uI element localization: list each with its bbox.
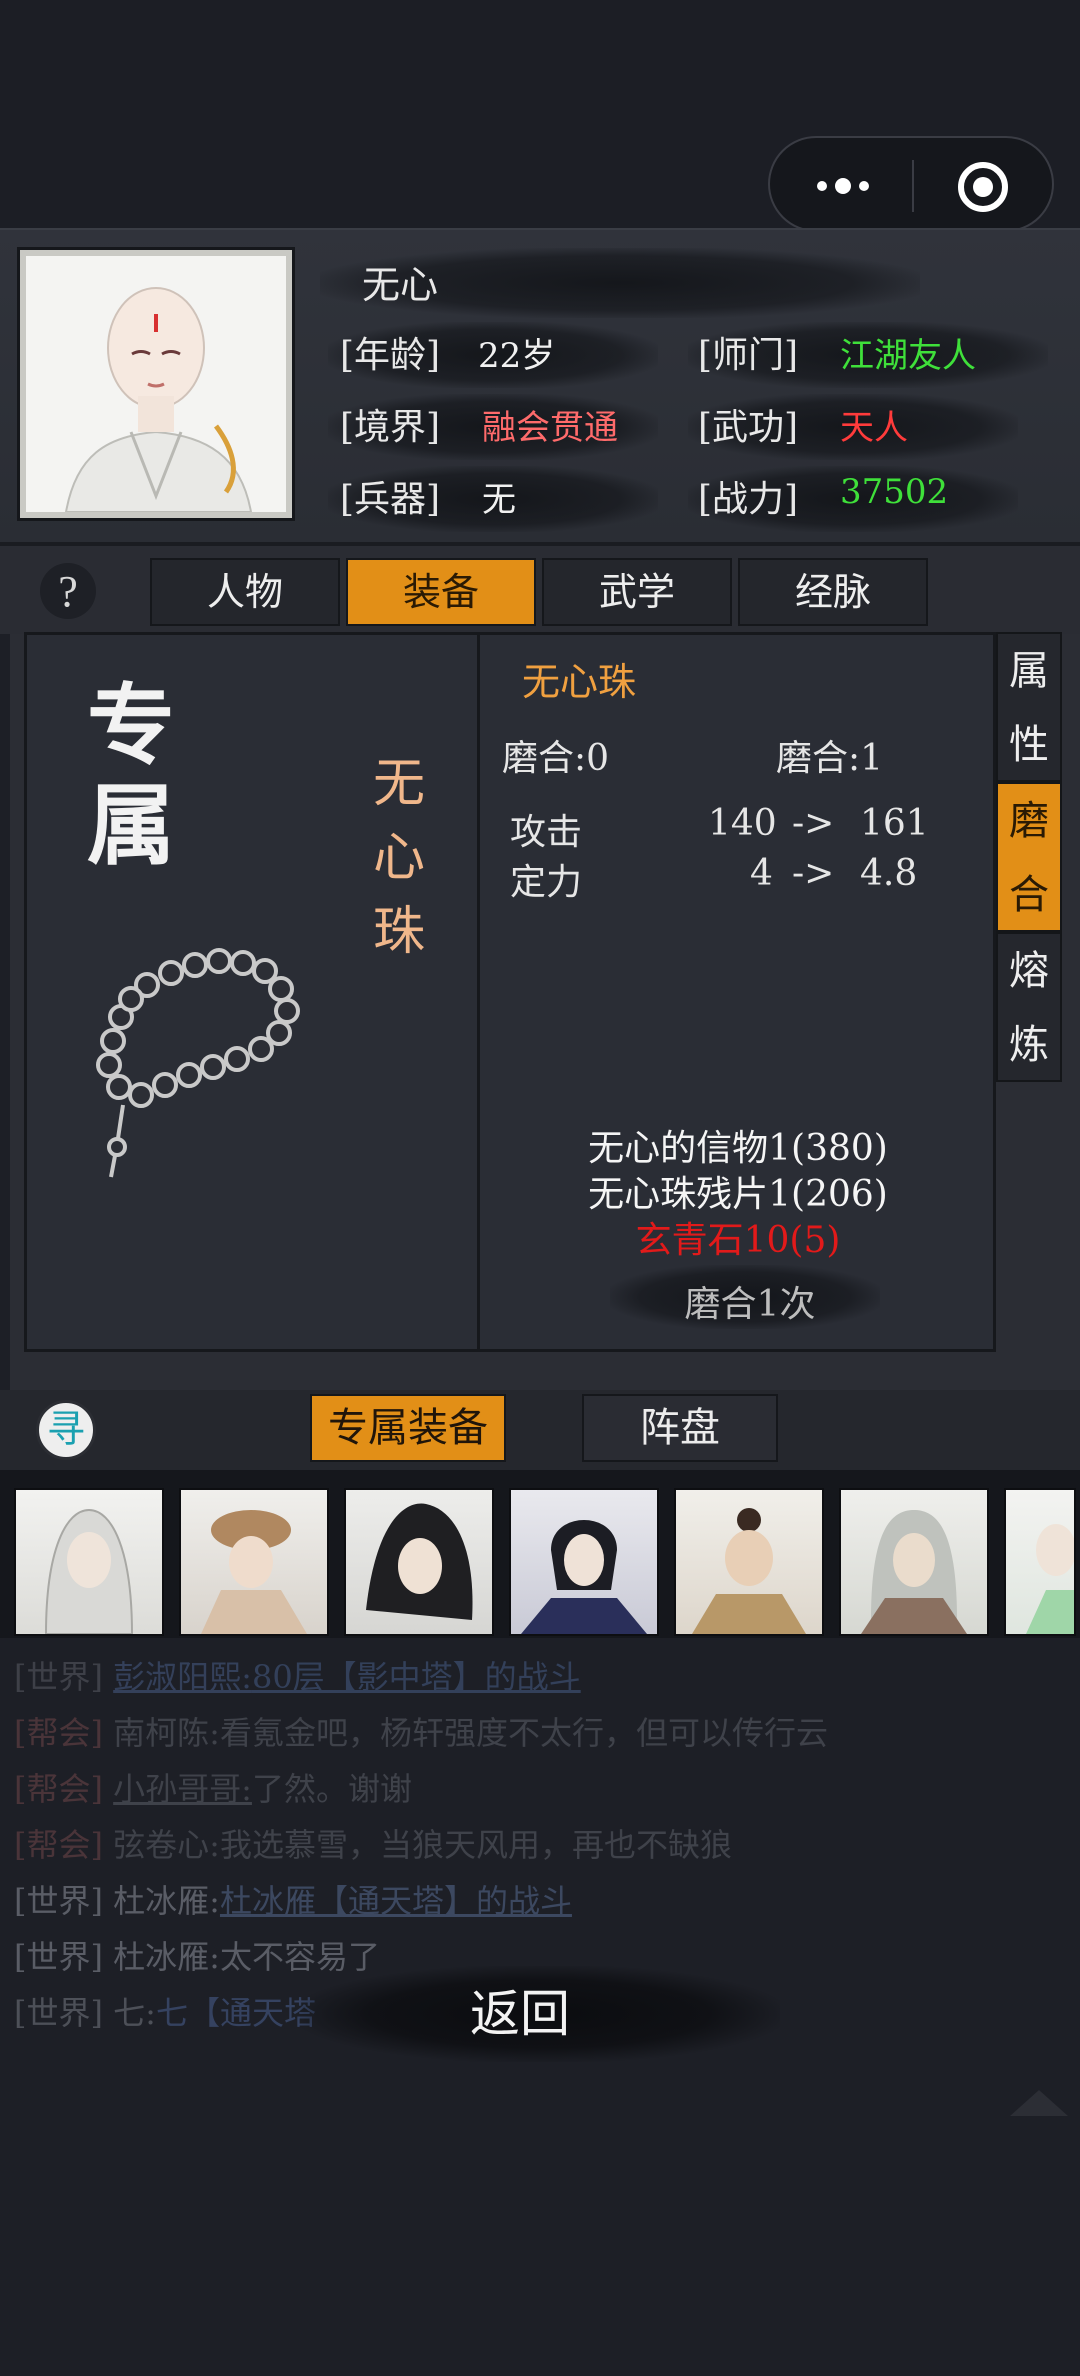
weapon-label: [兵器] xyxy=(340,479,441,520)
refine-once-button[interactable]: 磨合1次 xyxy=(630,1275,870,1325)
chat-line[interactable]: [帮会] 小孙哥哥:了然。谢谢 xyxy=(14,1764,412,1810)
chat-channel: [帮会] xyxy=(14,1770,103,1808)
prayer-beads-image xyxy=(96,948,300,1178)
tab-meridians[interactable]: 经脉 xyxy=(738,558,928,626)
chat-text: 我选慕雪，当狼天风用，再也不缺狼 xyxy=(219,1826,732,1864)
hero-portrait[interactable] xyxy=(344,1488,494,1636)
refine-detail: 无心珠 磨合:0 磨合:1 攻击 140 -> 161 定力 4 -> 4.8 … xyxy=(480,632,996,1352)
sidetab-attributes[interactable]: 属 性 xyxy=(996,632,1062,782)
chat-link[interactable]: 杜冰雁【通天塔】的战斗 xyxy=(220,1882,572,1920)
martial-label: [武功] xyxy=(698,407,799,448)
back-button[interactable]: 返回 xyxy=(380,1972,660,2056)
chat-channel: [世界] xyxy=(14,1938,103,1976)
item-title: 无心珠 xyxy=(522,660,637,704)
chat-channel: [世界] xyxy=(14,1882,103,1920)
stat-from-attack: 140 xyxy=(708,803,777,844)
material-token: 无心的信物1(380) xyxy=(588,1128,888,1169)
chat-line[interactable]: [世界] 七:七【通天塔 xyxy=(14,1988,316,2034)
stat-name-focus: 定力 xyxy=(510,862,583,903)
svg-text:?: ? xyxy=(58,567,78,616)
chat-text: 了然。谢谢 xyxy=(251,1770,412,1808)
chat-channel: [帮会] xyxy=(14,1826,103,1864)
chat-speaker[interactable]: 彭淑阳熙: xyxy=(113,1658,252,1696)
chat-text: 看氪金吧，杨轩强度不太行，但可以传行云 xyxy=(219,1714,828,1752)
stat-to-attack: 161 xyxy=(860,803,929,844)
item-display: 专 属 无 心 珠 xyxy=(24,632,480,1352)
sidetab-smelt[interactable]: 熔 炼 xyxy=(996,932,1062,1082)
chat-channel: [世界] xyxy=(14,1658,103,1696)
sidetab-attributes-char-1: 属 xyxy=(1009,648,1049,694)
realm-label: [境界] xyxy=(340,407,441,448)
mohe-next: 磨合:1 xyxy=(776,738,884,779)
weapon-value: 无 xyxy=(482,480,516,520)
hero-portrait[interactable] xyxy=(1004,1488,1076,1636)
hero-portrait[interactable] xyxy=(14,1488,164,1636)
sidetab-smelt-char-1: 熔 xyxy=(1009,948,1049,994)
chat-speaker[interactable]: 杜冰雁: xyxy=(113,1938,220,1976)
equipment-sub-tabs: 寻 专属装备 阵盘 xyxy=(0,1390,1080,1470)
character-name: 无心 xyxy=(362,263,439,307)
close-target-icon[interactable] xyxy=(956,160,1010,214)
martial-value: 天人 xyxy=(840,408,908,448)
chat-line[interactable]: [世界] 彭淑阳熙:80层【影中塔】的战斗 xyxy=(14,1652,581,1698)
chat-link[interactable]: 七【通天塔 xyxy=(156,1994,316,2032)
tab-martial-arts[interactable]: 武学 xyxy=(542,558,732,626)
chat-speaker[interactable]: 杜冰雁: xyxy=(113,1882,220,1920)
tab-equipment[interactable]: 装备 xyxy=(346,558,536,626)
miniprogram-capsule xyxy=(768,136,1054,232)
age-label: [年龄] xyxy=(340,335,441,376)
tab-character[interactable]: 人物 xyxy=(150,558,340,626)
sect-label: [师门] xyxy=(698,335,799,376)
hero-portrait[interactable] xyxy=(509,1488,659,1636)
stat-name-attack: 攻击 xyxy=(510,812,583,853)
hero-portrait[interactable] xyxy=(674,1488,824,1636)
character-profile: 无心 [年龄] 22岁 [师门] 江湖友人 [境界] 融会贯通 [武功] 天人 … xyxy=(0,228,1080,546)
seek-icon[interactable]: 寻 xyxy=(36,1400,96,1460)
more-icon[interactable] xyxy=(808,166,878,206)
sidetab-refine-char-2: 合 xyxy=(1009,872,1049,918)
power-value: 37502 xyxy=(840,472,949,512)
sidetab-smelt-char-2: 炼 xyxy=(1009,1022,1049,1068)
chat-channel: [帮会] xyxy=(14,1714,103,1752)
character-portrait xyxy=(20,250,292,518)
material-stone: 玄青石10(5) xyxy=(635,1220,841,1261)
chat-link[interactable]: 80层【影中塔】的战斗 xyxy=(252,1658,581,1696)
stat-arrow-focus: -> xyxy=(792,853,835,894)
help-icon[interactable]: ? xyxy=(38,560,98,622)
material-fragment: 无心珠残片1(206) xyxy=(588,1174,888,1215)
chat-line[interactable]: [帮会] 南柯陈:看氪金吧，杨轩强度不太行，但可以传行云 xyxy=(14,1708,828,1754)
main-tabs: ? 人物 装备 武学 经脉 xyxy=(0,546,1080,634)
hero-portrait[interactable] xyxy=(839,1488,989,1636)
item-name-char-2: 心 xyxy=(373,828,426,888)
mohe-current: 磨合:0 xyxy=(502,738,610,779)
tab-exclusive-equipment[interactable]: 专属装备 xyxy=(310,1394,506,1462)
sect-value: 江湖友人 xyxy=(840,336,976,376)
hero-portrait-strip xyxy=(0,1470,1080,1638)
stat-arrow-attack: -> xyxy=(792,803,835,844)
chat-line[interactable]: [世界] 杜冰雁:杜冰雁【通天塔】的战斗 xyxy=(14,1876,572,1922)
chat-line[interactable]: [帮会] 弦卷心:我选慕雪，当狼天风用，再也不缺狼 xyxy=(14,1820,732,1866)
age-value: 22岁 xyxy=(478,336,556,376)
chat-speaker[interactable]: 南柯陈: xyxy=(113,1714,220,1752)
item-name-char-3: 珠 xyxy=(373,902,426,962)
item-name-char-1: 无 xyxy=(373,754,426,814)
hero-portrait[interactable] xyxy=(179,1488,329,1636)
tab-formation[interactable]: 阵盘 xyxy=(582,1394,778,1462)
sidetab-refine[interactable]: 磨 合 xyxy=(996,782,1062,932)
exclusive-badge-char-2: 属 xyxy=(87,773,176,877)
stat-to-focus: 4.8 xyxy=(860,853,918,894)
chat-speaker[interactable]: 弦卷心: xyxy=(113,1826,220,1864)
chat-channel: [世界] xyxy=(14,1994,103,2032)
chat-speaker[interactable]: 七: xyxy=(113,1994,156,2032)
stat-from-focus: 4 xyxy=(750,853,773,894)
sidetab-refine-char-1: 磨 xyxy=(1009,798,1049,844)
scroll-up-icon[interactable] xyxy=(1004,2082,1074,2122)
power-label: [战力] xyxy=(698,479,799,520)
chat-speaker[interactable]: 小孙哥哥: xyxy=(113,1770,252,1808)
sidetab-attributes-char-2: 性 xyxy=(1009,722,1049,768)
realm-value: 融会贯通 xyxy=(482,408,618,448)
